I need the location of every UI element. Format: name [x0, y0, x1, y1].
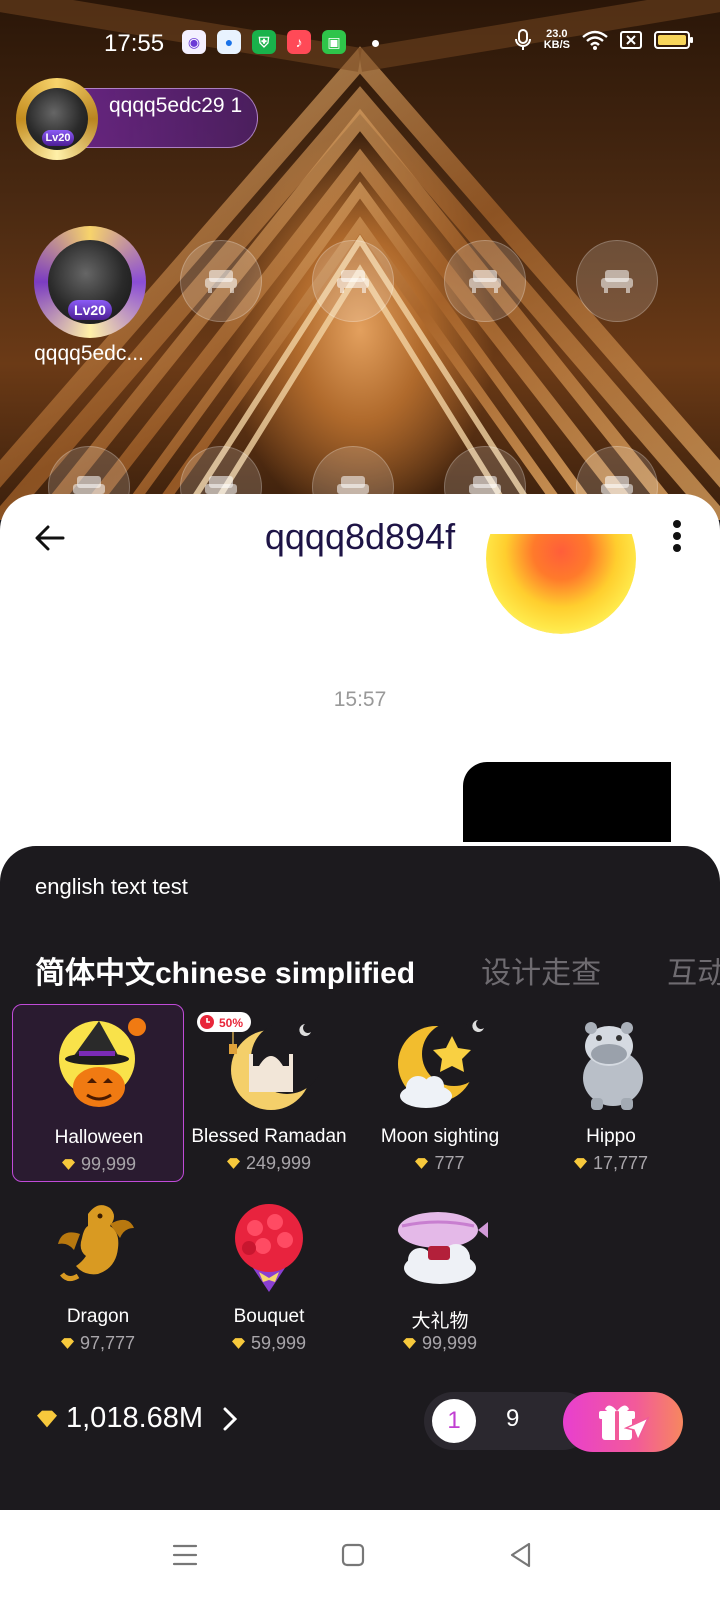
gift-name: Blessed Ramadan [191, 1126, 347, 1147]
network-speed: 23.0 KB/S [543, 28, 570, 51]
host-avatar[interactable]: Lv20 [16, 78, 98, 160]
gift-item-hippo[interactable]: Hippo 17,777 [525, 1004, 697, 1182]
gift-item-blessed-ramadan[interactable]: 50% Blessed Ramadan 249,999 [183, 1004, 355, 1182]
gift-price: 17,777 [525, 1153, 697, 1174]
gift-name: Bouquet [233, 1306, 305, 1327]
room-background: 17:55 ◉ ● ⛨ ♪ ▣ 23.0 KB/S qqqq5edc29 1 L… [0, 0, 720, 520]
gift-item-dragon[interactable]: Dragon 97,777 [12, 1184, 184, 1362]
shield-app-icon: ⛨ [252, 30, 276, 54]
diamond-icon [231, 1338, 245, 1349]
wifi-icon [582, 30, 608, 50]
sofa-icon [337, 270, 369, 293]
gift-panel: english text test 简体中文chinese simplified… [0, 846, 720, 1510]
app-notification-icon: ● [217, 30, 241, 54]
store-app-icon: ▣ [322, 30, 346, 54]
gift-name: Moon sighting [380, 1126, 500, 1147]
gift-price: 249,999 [183, 1153, 355, 1174]
level-badge: Lv20 [68, 300, 112, 320]
gift-name: 大礼物 [411, 1311, 469, 1332]
sofa-icon [205, 270, 237, 293]
home-button[interactable] [336, 1538, 370, 1572]
seat-occupied-avatar[interactable]: Lv20 [34, 226, 146, 338]
level-badge: Lv20 [42, 130, 74, 146]
diamond-balance-button[interactable]: 1,018.68M [36, 1402, 238, 1435]
more-notifications-dot [372, 40, 379, 47]
diamond-icon [573, 1158, 587, 1169]
clock: 17:55 [104, 30, 165, 57]
airship-icon [398, 1212, 488, 1284]
gift-name: Dragon [66, 1306, 130, 1327]
discount-badge-icon: 50% [197, 1012, 251, 1032]
empty-seat[interactable] [180, 240, 262, 322]
tab-interactive[interactable]: 互动 [667, 948, 720, 992]
message-timestamp: 15:57 [333, 688, 387, 711]
halloween-pumpkin-icon [59, 1018, 146, 1107]
send-gift-button[interactable] [563, 1392, 683, 1452]
gift-price: 59,999 [183, 1333, 355, 1354]
gift-send-icon [599, 1405, 650, 1442]
more-options-button[interactable] [672, 520, 682, 552]
image-message[interactable] [463, 762, 671, 842]
host-name: qqqq5edc29 1 [109, 94, 243, 117]
quantity-option-selected[interactable]: 1 [432, 1399, 476, 1443]
gift-item-halloween[interactable]: Halloween 99,999 [12, 1004, 184, 1182]
gift-price: 97,777 [12, 1333, 184, 1354]
music-app-icon: ♪ [287, 30, 311, 54]
diamond-icon [61, 1159, 75, 1170]
square-home-icon [341, 1543, 365, 1567]
diamond-icon [37, 1410, 57, 1427]
battery-level [658, 35, 686, 45]
app-notification-icon: ◉ [182, 30, 206, 54]
battery-icon [654, 31, 693, 49]
balance-amount: 1,018.68M [66, 1402, 204, 1434]
status-bar: 17:55 ◉ ● ⛨ ♪ ▣ 23.0 KB/S [0, 24, 720, 66]
gift-item-moon-sighting[interactable]: Moon sighting 777 [354, 1004, 526, 1182]
gift-price: 99,999 [354, 1333, 526, 1354]
tab-design-review[interactable]: 设计走查 [481, 948, 601, 992]
gold-dragon-icon [58, 1205, 134, 1282]
gift-price: 99,999 [13, 1154, 185, 1175]
sofa-icon [601, 270, 633, 293]
system-navigation-bar [0, 1510, 720, 1600]
no-sim-icon [620, 31, 642, 49]
tab-chinese-simplified[interactable]: 简体中文chinese simplified [35, 948, 415, 992]
diamond-icon [415, 1158, 429, 1169]
seat-occupant-name: qqqq5edc... [34, 342, 144, 365]
moon-star-cloud-icon [398, 1020, 486, 1108]
empty-seat[interactable] [312, 240, 394, 322]
gift-notice: english text test [35, 874, 188, 899]
back-nav-button[interactable] [504, 1538, 538, 1572]
gift-price: 777 [354, 1153, 526, 1174]
menu-icon [172, 1544, 198, 1566]
silver-hippo-icon [583, 1022, 643, 1110]
chevron-right-icon [223, 1407, 238, 1430]
gift-name: Halloween [54, 1127, 144, 1148]
diamond-icon [226, 1158, 240, 1169]
microphone-icon [514, 29, 531, 50]
sticker-message[interactable] [486, 534, 636, 634]
gift-tabs: 简体中文chinese simplified 设计走查 互动 [35, 948, 720, 992]
quantity-option[interactable]: 9 [506, 1405, 519, 1433]
empty-seat[interactable] [444, 240, 526, 322]
rose-bouquet-icon [235, 1204, 303, 1292]
diamond-icon [60, 1338, 74, 1349]
diamond-icon [402, 1338, 416, 1349]
notification-icons: ◉ ● ⛨ ♪ ▣ [182, 30, 346, 54]
private-chat-sheet: qqqq8d894f 15:57 [0, 494, 720, 894]
recent-apps-button[interactable] [168, 1538, 202, 1572]
gift-item-bouquet[interactable]: Bouquet 59,999 [183, 1184, 355, 1362]
triangle-back-icon [510, 1542, 531, 1568]
gift-name: Hippo [586, 1126, 636, 1147]
gift-item-big-gift[interactable]: 大礼物 99,999 [354, 1184, 526, 1362]
discount-label: 50% [219, 1016, 243, 1030]
empty-seat[interactable] [576, 240, 658, 322]
sofa-icon [469, 270, 501, 293]
